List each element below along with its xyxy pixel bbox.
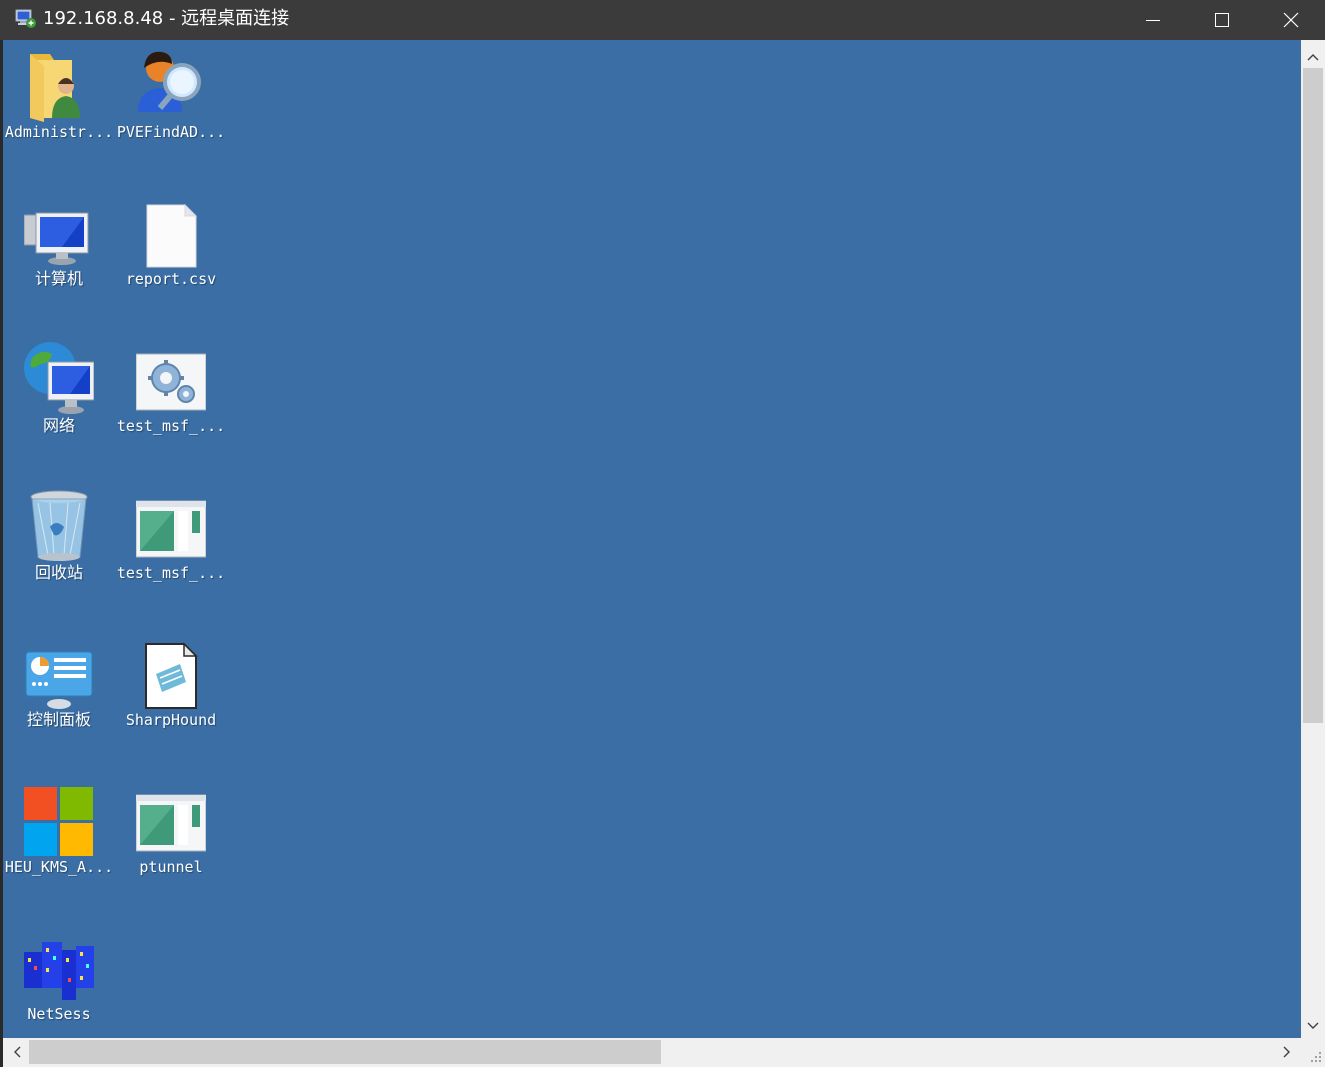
- resize-grip[interactable]: [1301, 1038, 1325, 1067]
- text-document-icon: [136, 634, 206, 710]
- icon-label: Administr...: [4, 123, 114, 141]
- desktop-icon-test-msf-settings[interactable]: test_msf_...: [115, 334, 227, 454]
- chevron-left-icon: [14, 1046, 21, 1058]
- scroll-left-button[interactable]: [6, 1041, 28, 1063]
- maximize-icon: [1215, 13, 1229, 27]
- icon-label: 网络: [42, 416, 75, 435]
- icon-label: 回收站: [34, 563, 83, 582]
- window-title: 192.168.8.48 - 远程桌面连接: [43, 8, 290, 29]
- icon-label: test_msf_...: [116, 564, 226, 582]
- desktop-icon-heu-kms[interactable]: HEU_KMS_A...: [3, 775, 115, 895]
- remote-desktop-area[interactable]: Administr... 计算机 网络 回收站 控制面板 HEU_KMS_A..…: [3, 40, 1301, 1038]
- application-window-icon: [136, 781, 206, 857]
- maximize-button[interactable]: [1187, 0, 1257, 40]
- icon-label: 控制面板: [26, 710, 91, 729]
- minimize-icon: [1146, 20, 1160, 21]
- resize-grip-icon: [1311, 1052, 1321, 1062]
- gear-settings-icon: [136, 340, 206, 416]
- chevron-down-icon: [1307, 1022, 1319, 1029]
- icon-label: 计算机: [34, 269, 83, 288]
- desktop-icon-test-msf-app[interactable]: test_msf_...: [115, 481, 227, 601]
- application-window-icon: [136, 487, 206, 563]
- vertical-scrollbar[interactable]: [1301, 40, 1325, 1038]
- control-panel-icon: [24, 634, 94, 710]
- close-icon: [1283, 12, 1299, 28]
- icon-label: report.csv: [125, 270, 217, 288]
- network-globe-icon: [24, 340, 94, 416]
- icon-label: HEU_KMS_A...: [4, 858, 114, 876]
- icon-label: ptunnel: [139, 858, 203, 876]
- icon-label: PVEFindAD...: [116, 123, 226, 141]
- recycle-bin-icon: [24, 487, 94, 563]
- remote-desktop-icon: [15, 8, 37, 30]
- desktop-icon-report-csv[interactable]: report.csv: [115, 187, 227, 307]
- close-button[interactable]: [1256, 0, 1325, 40]
- scroll-up-button[interactable]: [1301, 46, 1325, 68]
- desktop-icon-ptunnel[interactable]: ptunnel: [115, 775, 227, 895]
- user-folder-icon: [24, 46, 94, 122]
- desktop-icon-sharphound[interactable]: SharpHound: [115, 628, 227, 748]
- blank-file-icon: [136, 193, 206, 269]
- chevron-right-icon: [1283, 1046, 1290, 1058]
- city-buildings-icon: [24, 928, 94, 1004]
- scroll-right-button[interactable]: [1276, 1041, 1298, 1063]
- minimize-button[interactable]: [1118, 0, 1188, 40]
- horizontal-scrollbar[interactable]: [3, 1038, 1301, 1067]
- icon-label: NetSess: [27, 1005, 91, 1023]
- computer-icon: [24, 193, 94, 269]
- desktop-icon-control-panel[interactable]: 控制面板: [3, 628, 115, 748]
- user-search-icon: [136, 46, 206, 122]
- windows-logo-icon: [24, 781, 94, 857]
- scroll-down-button[interactable]: [1301, 1015, 1325, 1037]
- title-bar[interactable]: 192.168.8.48 - 远程桌面连接: [0, 0, 1325, 40]
- desktop-icon-pvefindad[interactable]: PVEFindAD...: [115, 40, 227, 160]
- desktop-icon-network[interactable]: 网络: [3, 334, 115, 454]
- horizontal-scroll-thumb[interactable]: [29, 1040, 661, 1064]
- desktop-icon-computer[interactable]: 计算机: [3, 187, 115, 307]
- icon-label: test_msf_...: [116, 417, 226, 435]
- desktop-icon-recycle-bin[interactable]: 回收站: [3, 481, 115, 601]
- chevron-up-icon: [1307, 54, 1319, 61]
- desktop-icon-netsess[interactable]: NetSess: [3, 922, 115, 1038]
- desktop-icon-administrator[interactable]: Administr...: [3, 40, 115, 160]
- icon-label: SharpHound: [125, 711, 217, 729]
- vertical-scroll-thumb[interactable]: [1303, 68, 1323, 723]
